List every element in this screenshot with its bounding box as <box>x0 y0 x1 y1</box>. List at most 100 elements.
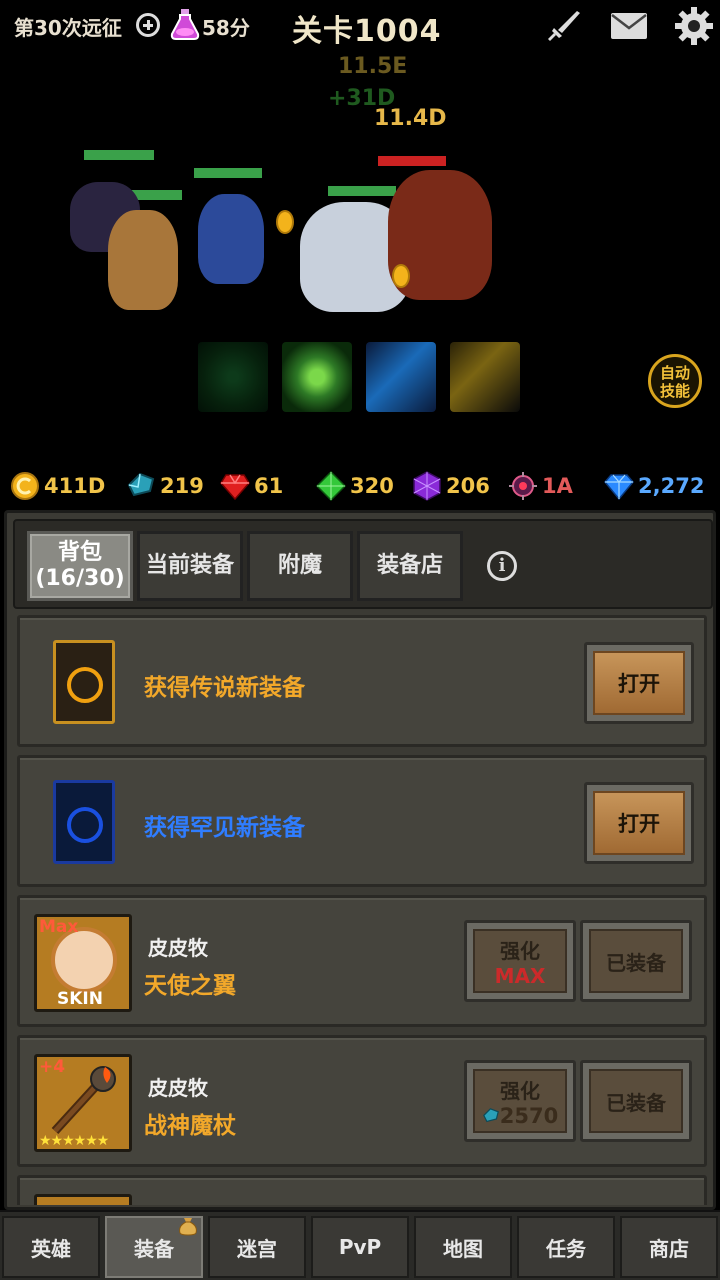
skill-slot-4[interactable] <box>450 342 520 412</box>
item-title: 获得罕见新装备 <box>144 815 305 841</box>
upgrade-cost-value: 2570 <box>499 1103 559 1128</box>
currency-value: 411D <box>44 474 106 498</box>
nav-pvp[interactable]: PvP <box>311 1216 409 1278</box>
currency-value: 219 <box>160 474 204 498</box>
item-list: 获得传说新装备 打开 获得罕见新装备 打开 Max SKIN 皮皮牧 天使之翼 <box>15 615 711 1205</box>
hero-hp-bar <box>84 150 154 160</box>
ring-icon <box>67 807 103 843</box>
equipment-name: 天使之翼 <box>144 973 236 999</box>
list-item-equipment[interactable]: Max SKIN 皮皮牧 天使之翼 强化 MAX 已装备 <box>17 895 707 1027</box>
upgrade-cost: 2570 <box>482 1104 558 1128</box>
upgrade-button[interactable]: 强化 2570 <box>464 1060 576 1142</box>
equipped-button[interactable]: 已装备 <box>580 920 692 1002</box>
sword-icon[interactable] <box>546 8 582 44</box>
damage-number: 11.4D <box>374 106 447 131</box>
skill-slot-1[interactable] <box>198 342 268 412</box>
currency-value: 206 <box>446 474 490 498</box>
upgrade-max: MAX <box>494 963 546 988</box>
battle-scene: 11.5E +31D 11.4D 自动 技能 <box>0 52 720 462</box>
item-title: 获得传说新装备 <box>144 675 305 701</box>
star-rating: ★★★★★★ <box>39 1133 109 1149</box>
nav-map[interactable]: 地图 <box>414 1216 512 1278</box>
equipment-owner: 皮皮牧 <box>148 936 208 960</box>
blue-crystal-icon <box>482 1107 499 1122</box>
open-button-label: 打开 <box>593 791 685 855</box>
hero-hp-bar <box>194 168 262 178</box>
equipment-icon <box>34 1194 132 1205</box>
skin-label: SKIN <box>57 989 103 1009</box>
upgrade-button-face: 强化 2570 <box>473 1069 567 1133</box>
tab-label: 背包 <box>57 540 102 565</box>
war-god-staff-icon: +4 ★★★★★★ <box>34 1054 132 1152</box>
tab-backpack[interactable]: 背包 (16/30) <box>27 531 133 601</box>
plus-badge: +4 <box>39 1057 66 1077</box>
tab-count: (16/30) <box>35 566 125 591</box>
gold-coin-icon <box>11 472 39 500</box>
panel-tabs: 背包 (16/30) 当前装备 附魔 装备店 i <box>13 519 713 609</box>
max-badge: Max <box>39 917 79 937</box>
green-gem-icon <box>316 471 346 501</box>
ring-icon <box>67 667 103 703</box>
tab-equipment-shop[interactable]: 装备店 <box>357 531 463 601</box>
enemy-hp-bar <box>378 156 446 166</box>
tab-enchant[interactable]: 附魔 <box>247 531 353 601</box>
plus-icon[interactable] <box>136 13 160 37</box>
nav-equipment[interactable]: 装备 <box>105 1216 203 1278</box>
equipped-label: 已装备 <box>589 929 683 993</box>
blue-crystal-icon <box>127 472 155 497</box>
currency-row: 411D 219 61 320 206 1A 2,272 <box>0 466 720 506</box>
equipment-owner: 皮皮牧 <box>148 1076 208 1100</box>
expedition-count: 第30次远征 <box>14 16 122 40</box>
list-item-equipment[interactable] <box>17 1175 707 1205</box>
rare-box-icon <box>53 780 115 864</box>
auto-skill-label: 技能 <box>659 382 690 400</box>
coin-icon <box>392 264 410 288</box>
mail-icon[interactable] <box>610 12 648 40</box>
gear-icon[interactable] <box>674 6 714 46</box>
nav-quests[interactable]: 任务 <box>517 1216 615 1278</box>
potion-icon <box>170 9 200 40</box>
red-gem-icon <box>220 474 250 501</box>
coin-icon <box>276 210 294 234</box>
nav-heroes[interactable]: 英雄 <box>2 1216 100 1278</box>
hero-sprite <box>108 210 178 310</box>
equipment-name: 战神魔杖 <box>144 1113 236 1139</box>
skill-slot-2[interactable] <box>282 342 352 412</box>
currency-value: 2,272 <box>638 474 705 498</box>
nav-labyrinth[interactable]: 迷宫 <box>208 1216 306 1278</box>
top-bar: 第30次远征 58分 关卡1004 <box>0 0 720 52</box>
equipped-label: 已装备 <box>589 1069 683 1133</box>
purple-gem-icon <box>413 471 441 501</box>
damage-number: 11.5E <box>338 54 408 79</box>
open-button-label: 打开 <box>593 651 685 715</box>
auto-skill-label: 自动 <box>659 364 690 382</box>
nav-shop[interactable]: 商店 <box>620 1216 718 1278</box>
skill-slot-3[interactable] <box>366 342 436 412</box>
currency-value: 1A <box>542 474 573 498</box>
currency-value: 320 <box>350 474 394 498</box>
angel-wings-skin-icon: Max SKIN <box>34 914 132 1012</box>
tab-current-equipment[interactable]: 当前装备 <box>137 531 243 601</box>
upgrade-button[interactable]: 强化 MAX <box>464 920 576 1002</box>
info-icon[interactable]: i <box>487 551 517 581</box>
upgrade-button-face: 强化 MAX <box>473 929 567 993</box>
hero-sprite <box>198 194 264 284</box>
list-item-equipment[interactable]: +4 ★★★★★★ 皮皮牧 战神魔杖 强化 2570 已装备 <box>17 1035 707 1167</box>
currency-gold: 411D <box>10 466 105 506</box>
currency-green-gem: 320 <box>316 466 394 506</box>
potion-timer: 58分 <box>202 16 250 40</box>
currency-purple-gem: 206 <box>412 466 490 506</box>
legendary-box-icon <box>53 640 115 724</box>
currency-value: 61 <box>254 474 284 498</box>
open-button[interactable]: 打开 <box>584 642 694 724</box>
open-button[interactable]: 打开 <box>584 782 694 864</box>
list-item-rare-box: 获得罕见新装备 打开 <box>17 755 707 887</box>
hero-hp-bar <box>328 186 396 196</box>
currency-dark-orb: 1A <box>508 466 573 506</box>
currency-red-gem: 61 <box>220 466 283 506</box>
auto-skill-button[interactable]: 自动 技能 <box>648 354 702 408</box>
equipped-button[interactable]: 已装备 <box>580 1060 692 1142</box>
list-item-legendary-box: 获得传说新装备 打开 <box>17 615 707 747</box>
diamond-icon <box>604 474 634 501</box>
bag-icon <box>179 1218 197 1236</box>
